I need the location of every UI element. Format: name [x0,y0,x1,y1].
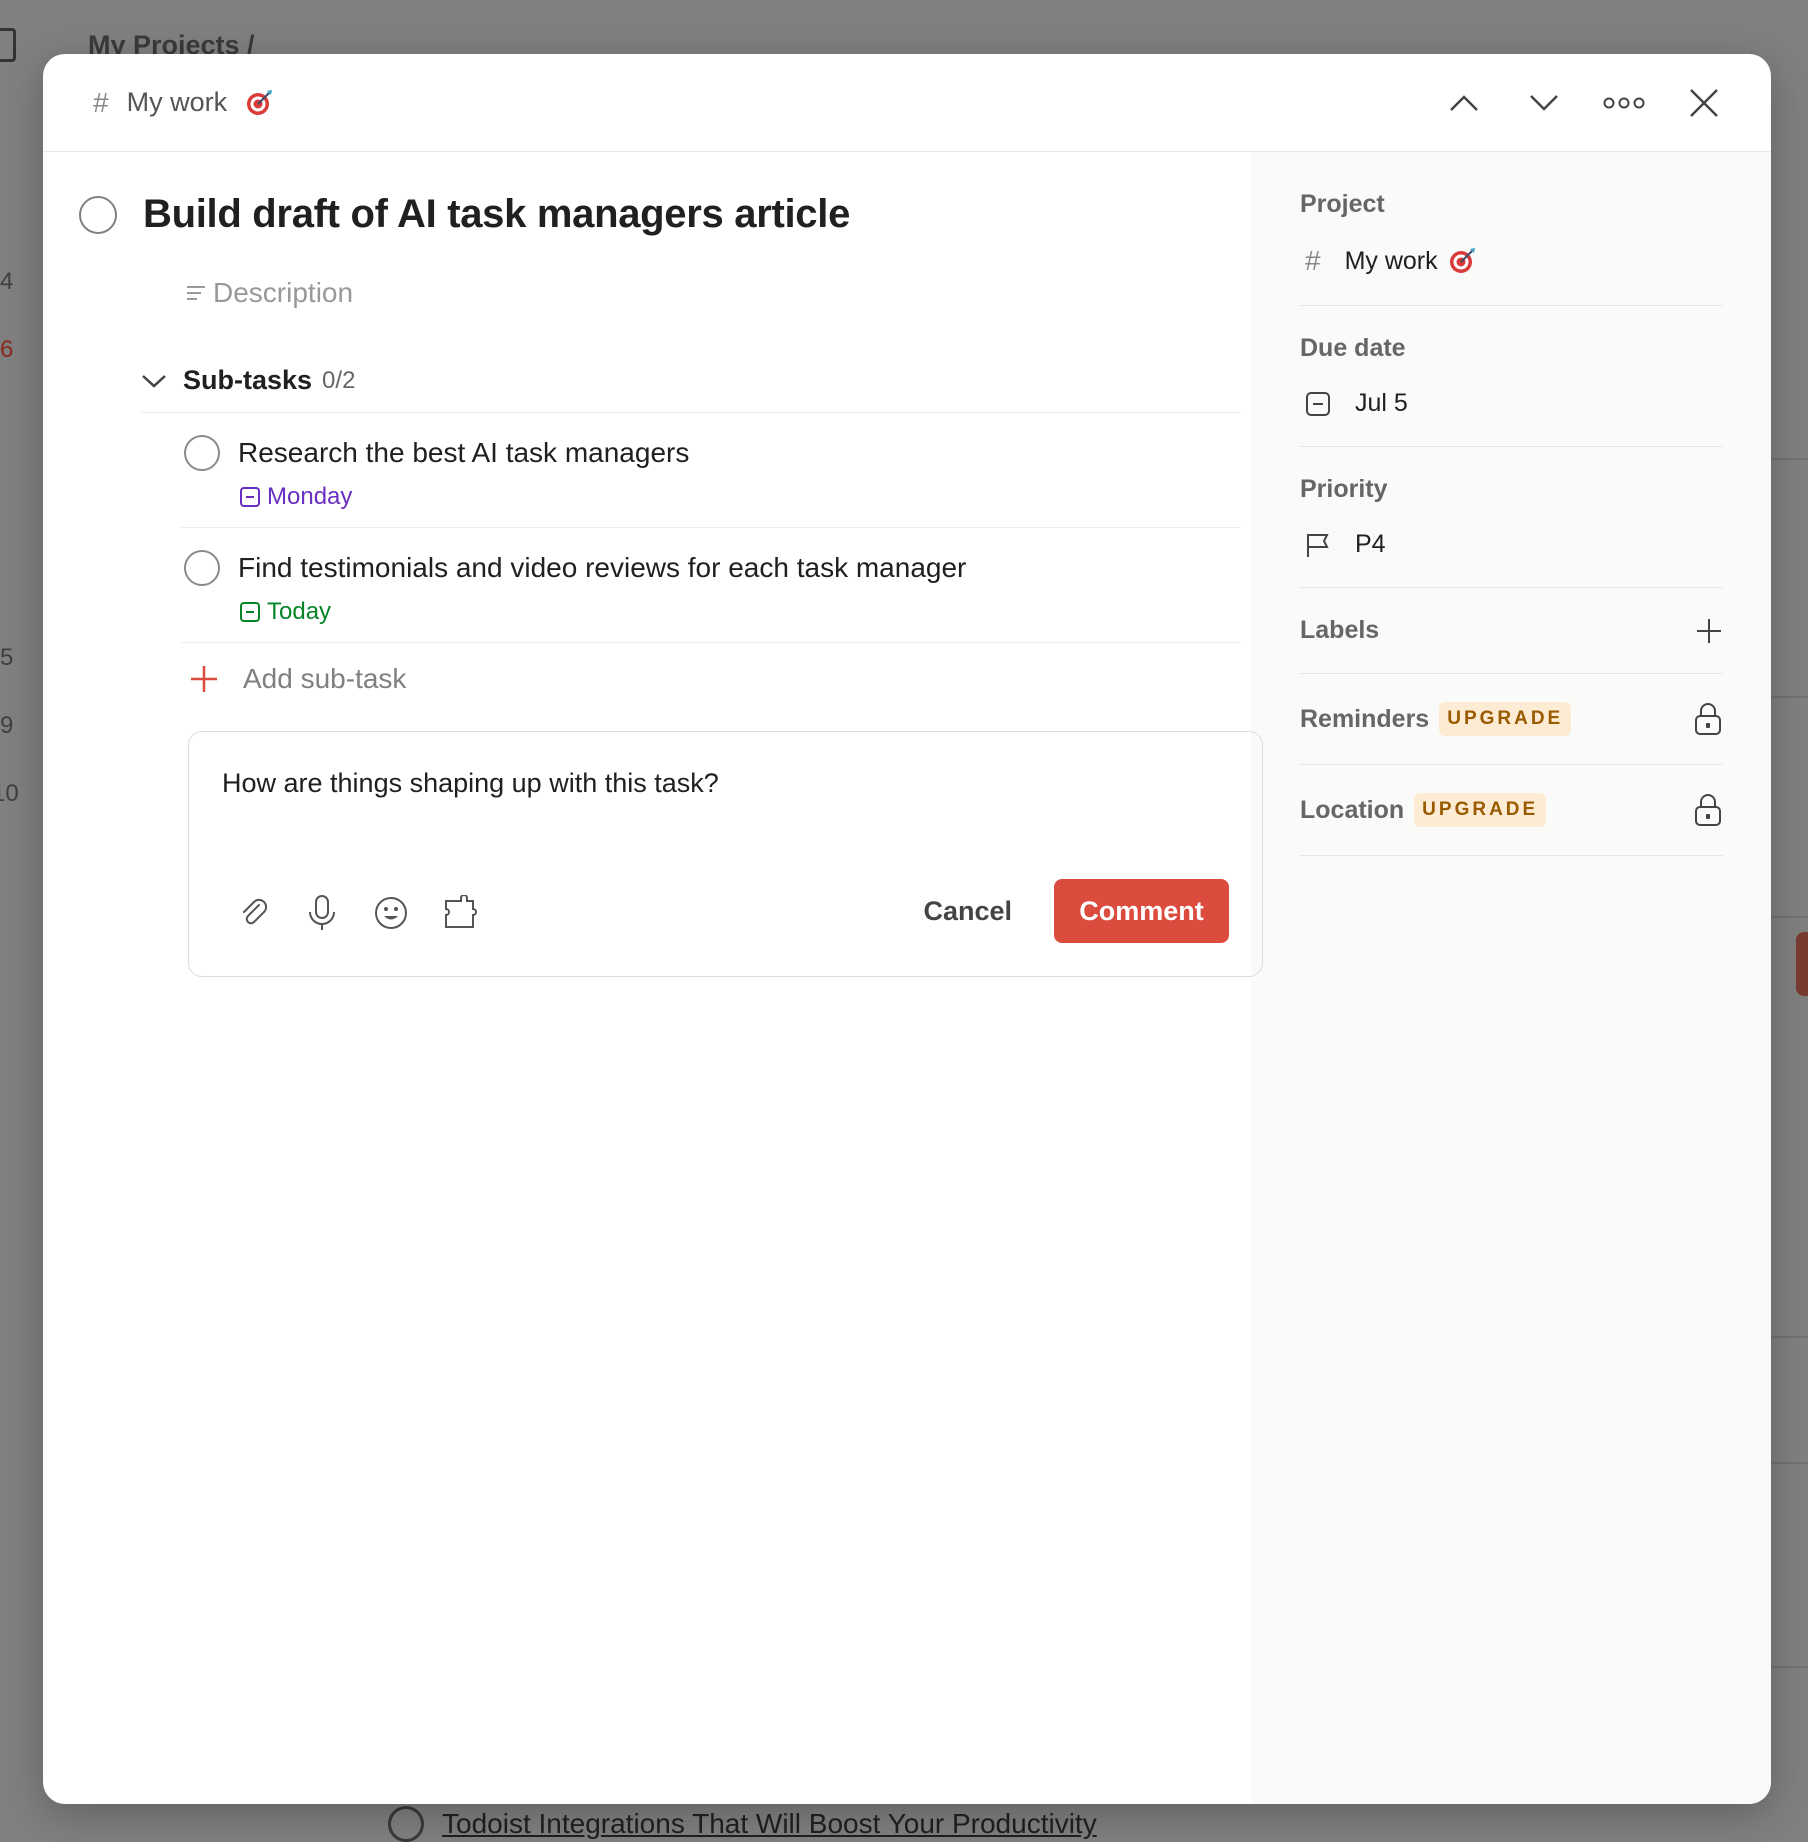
calendar-icon [240,602,260,622]
close-modal-button[interactable] [1681,80,1727,126]
hash-icon: # [1305,245,1321,276]
chevron-up-icon [1450,94,1478,111]
attachment-icon[interactable] [237,896,271,930]
chevron-down-icon [1530,94,1558,111]
bg-divider [1770,916,1808,918]
previous-task-button[interactable] [1441,80,1487,126]
comment-composer: How are things shaping up with this task… [188,731,1263,977]
calendar-icon [240,487,260,507]
extension-puzzle-icon[interactable] [443,895,487,931]
flag-icon [1307,533,1329,557]
bg-divider [1770,1336,1808,1338]
bg-task-checkbox [388,1806,424,1842]
cancel-button[interactable]: Cancel [923,896,1012,927]
calendar-icon [1306,391,1330,416]
location-label: Location [1300,795,1405,824]
upgrade-badge[interactable]: UPGRADE [1414,793,1547,827]
bg-count: 6 [0,336,14,363]
lock-icon [1695,794,1721,826]
bg-task-link: Todoist Integrations That Will Boost You… [442,1808,1097,1839]
bg-divider [1770,696,1808,698]
reminders-section[interactable]: Reminders UPGRADE [1300,702,1723,765]
project-selector[interactable]: # My work [1300,245,1723,277]
subtask-checkbox[interactable] [184,435,220,471]
labels-label: Labels [1300,616,1380,644]
subtask-date-label: Today [267,598,332,625]
reminders-label: Reminders [1300,704,1430,733]
plus-icon [191,666,217,692]
add-subtask-button[interactable]: Add sub-task [189,663,1215,695]
subtask-title[interactable]: Research the best AI task managers [238,437,689,469]
subtask-item[interactable]: Research the best AI task managers Monda… [181,413,1241,528]
subtask-checkbox[interactable] [184,550,220,586]
bg-button [1796,932,1808,996]
sidebar-toggle-icon [0,28,16,62]
priority-section: Priority P4 [1300,475,1723,588]
bg-task-row: Todoist Integrations That Will Boost You… [388,1806,1097,1842]
subtask-due-date[interactable]: Monday [239,483,1241,511]
subtasks-header: Sub-tasks 0/2 [141,365,1241,413]
project-section: Project # My work [1300,190,1723,306]
close-icon [1690,88,1718,117]
subtask-date-label: Monday [267,483,353,510]
modal-header: # My work [43,54,1771,152]
task-title[interactable]: Build draft of AI task managers article [143,192,850,237]
subtasks-label: Sub-tasks [183,365,313,395]
header-project-link[interactable]: # My work [93,87,273,119]
bg-divider [1770,458,1808,460]
task-sidebar: Project # My work Due date Jul 5 Priorit… [1251,152,1771,1804]
lock-icon [1695,703,1721,735]
subtasks-count: 0/2 [322,366,356,394]
priority-label: Priority [1300,475,1388,503]
location-section[interactable]: Location UPGRADE [1300,793,1723,856]
subtask-item[interactable]: Find testimonials and video reviews for … [181,528,1241,643]
due-date-section: Due date Jul 5 [1300,334,1723,447]
task-complete-checkbox[interactable] [79,195,117,234]
collapse-chevron-icon[interactable] [141,373,167,389]
task-main-pane: Build draft of AI task managers article … [43,152,1263,1804]
dart-target-icon [245,89,273,117]
more-actions-button[interactable] [1601,80,1647,126]
bg-divider [1770,1462,1808,1464]
add-label-plus-icon[interactable] [1695,617,1723,645]
description-field[interactable]: Description [185,277,1215,309]
dart-target-icon [1448,247,1476,275]
task-detail-modal: # My work Build draft of AI task manager… [43,54,1771,1804]
bg-count: 4 [0,268,14,295]
upgrade-badge[interactable]: UPGRADE [1439,702,1572,736]
subtask-title[interactable]: Find testimonials and video reviews for … [238,552,966,584]
subtask-due-date[interactable]: Today [239,598,1241,626]
comment-input[interactable]: How are things shaping up with this task… [222,768,1230,799]
add-subtask-label: Add sub-task [243,663,407,694]
description-icon [187,286,205,300]
bg-divider [1770,1666,1808,1668]
project-label: Project [1300,190,1385,218]
labels-section[interactable]: Labels [1300,616,1723,674]
bg-count: 10 [0,780,19,807]
priority-selector[interactable]: P4 [1300,530,1723,559]
microphone-icon[interactable] [305,894,339,932]
priority-value: P4 [1355,530,1386,558]
due-date-value: Jul 5 [1355,389,1408,417]
header-project-name: My work [126,87,228,117]
bg-count: 5 [0,644,14,671]
emoji-icon[interactable] [373,895,409,931]
project-value: My work [1344,246,1438,275]
hash-icon: # [93,86,109,118]
due-date-label: Due date [1300,334,1406,362]
due-date-selector[interactable]: Jul 5 [1300,389,1723,418]
comment-submit-button[interactable]: Comment [1054,879,1229,943]
bg-count: 9 [0,712,14,739]
next-task-button[interactable] [1521,80,1567,126]
description-placeholder: Description [213,277,354,308]
more-icon [1603,97,1645,108]
